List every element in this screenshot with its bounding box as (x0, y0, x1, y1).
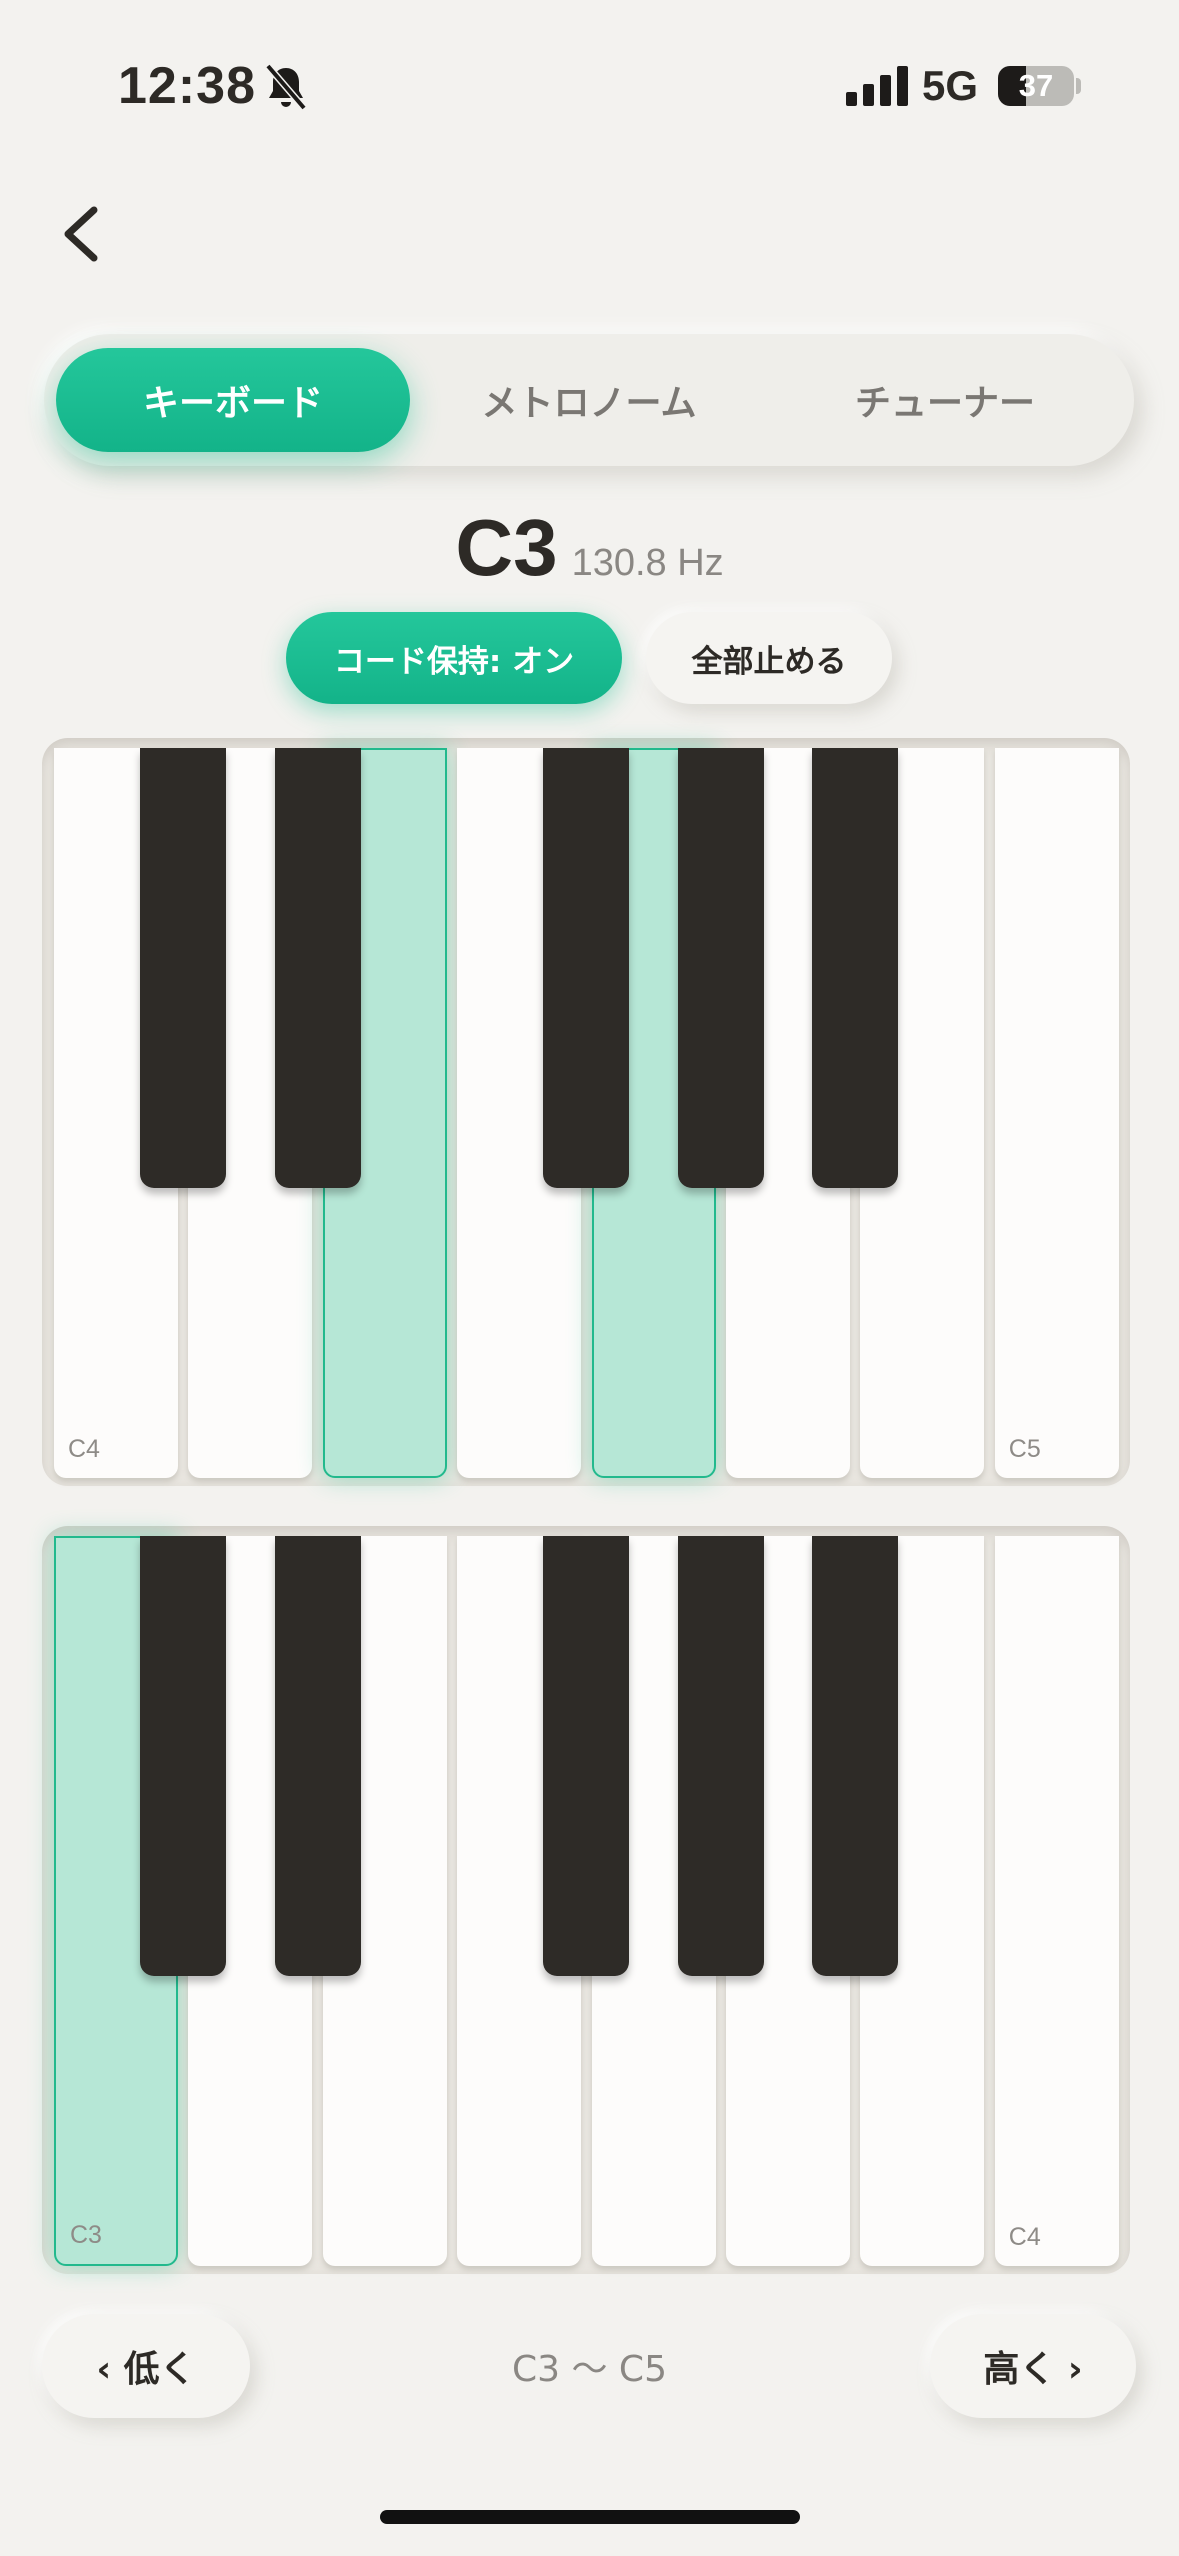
network-type: 5G (922, 62, 979, 109)
octave-up-button[interactable]: 高く › (930, 2314, 1136, 2418)
bell-muted-icon (265, 63, 307, 111)
keyboard-screen: 12:38 5G 37 キーボード メトロノーム チューナー C3 130.8 H… (0, 0, 1179, 2556)
home-indicator (380, 2510, 800, 2524)
stop-all-button[interactable]: 全部止める (646, 612, 892, 704)
upper-black-key[interactable] (140, 748, 227, 1188)
battery-icon: 37 (998, 66, 1074, 106)
lower-black-key[interactable] (140, 1536, 227, 1976)
lower-black-key[interactable] (812, 1536, 899, 1976)
lower-black-key[interactable] (543, 1536, 630, 1976)
signal-icon (846, 66, 908, 106)
key-label: C4 (68, 1435, 100, 1463)
status-time: 12:38 (118, 57, 256, 115)
back-chevron-icon[interactable] (54, 202, 110, 266)
keyboard-upper: C4 C5 (42, 738, 1130, 1486)
upper-black-key[interactable] (812, 748, 899, 1188)
note-frequency: 130.8 Hz (571, 542, 724, 584)
keyboard-lower: C3 C4 (42, 1526, 1130, 2274)
lower-black-key[interactable] (677, 1536, 764, 1976)
tab-metronome[interactable]: メトロノーム (412, 348, 766, 452)
current-note: C3 130.8 Hz (0, 502, 1179, 594)
mode-tabs: キーボード メトロノーム チューナー (44, 334, 1134, 466)
note-name: C3 (455, 503, 558, 592)
upper-black-key[interactable] (543, 748, 630, 1188)
tab-tuner[interactable]: チューナー (768, 348, 1122, 452)
lower-white-key[interactable]: C4 (994, 1536, 1119, 2266)
key-label: C3 (70, 2221, 102, 2249)
chord-hold-toggle[interactable]: コード保持: オン (286, 612, 622, 704)
key-label: C4 (1008, 2223, 1041, 2251)
key-label: C5 (1008, 1435, 1041, 1463)
upper-black-key[interactable] (274, 748, 361, 1188)
upper-white-key[interactable]: C5 (994, 748, 1119, 1478)
upper-black-key[interactable] (677, 748, 764, 1188)
battery-level: 37 (1018, 68, 1054, 103)
lower-black-key[interactable] (274, 1536, 361, 1976)
tab-keyboard[interactable]: キーボード (56, 348, 410, 452)
battery-nub (1076, 78, 1081, 94)
